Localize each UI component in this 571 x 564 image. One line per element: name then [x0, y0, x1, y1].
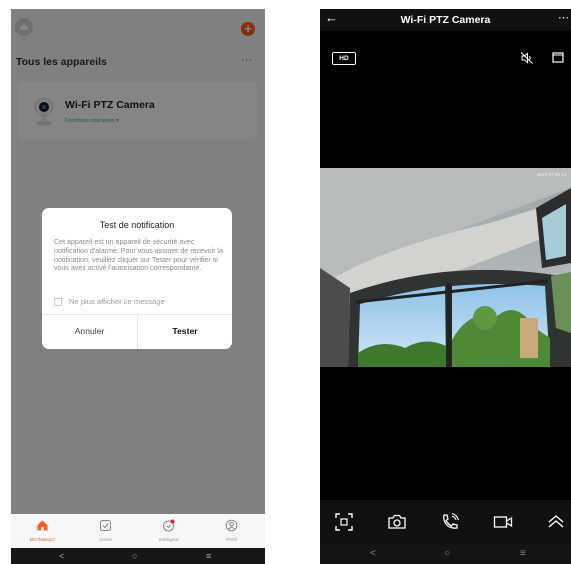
system-nav-bar: < ○ ≡ [11, 548, 265, 564]
notification-test-dialog: Test de notification Cet appareil est un… [42, 208, 232, 349]
more-options-icon[interactable]: ⋯ [558, 11, 570, 24]
expand-up-icon[interactable] [546, 512, 566, 532]
nav-back-button[interactable]: < [370, 544, 376, 564]
camera-video-feed[interactable] [320, 168, 571, 367]
test-button[interactable]: Tester [138, 314, 232, 349]
call-icon[interactable] [440, 512, 460, 532]
tab-smart-label: Intelligent [158, 537, 179, 542]
camera-control-bar [320, 500, 571, 544]
camera-icon[interactable] [387, 512, 407, 532]
tab-smart[interactable]: Intelligent [137, 514, 200, 548]
camera-live-screen: ← Wi-Fi PTZ Camera ⋯ HD 2022-07-26 14: <… [320, 9, 571, 564]
mute-icon[interactable] [520, 51, 534, 65]
scene-icon [100, 520, 111, 531]
home-screen: + Tous les appareils ⋯ Wi-Fi PTZ Camera … [11, 9, 265, 564]
fullscreen-icon[interactable] [552, 52, 564, 63]
hd-quality-button[interactable]: HD [332, 52, 356, 65]
dont-show-again-checkbox[interactable]: Ne plus afficher ce message [54, 297, 165, 306]
tab-scene-label: Scène [98, 537, 113, 542]
nav-back-button[interactable]: < [59, 548, 64, 564]
checkbox-box[interactable] [54, 297, 62, 306]
smart-icon [163, 519, 175, 532]
dialog-message: Cet appareil est un appareil de sécurité… [54, 238, 223, 273]
nav-recents-button[interactable]: ≡ [206, 548, 211, 564]
nav-recents-button[interactable]: ≡ [520, 544, 526, 564]
profile-icon [225, 519, 238, 532]
camera-header: ← Wi-Fi PTZ Camera ⋯ [320, 9, 571, 31]
camera-title: Wi-Fi PTZ Camera [400, 14, 491, 26]
nav-home-button[interactable]: ○ [444, 544, 450, 564]
tab-scene[interactable]: Scène [74, 514, 137, 548]
dialog-title: Test de notification [99, 220, 175, 230]
home-icon [37, 520, 48, 531]
nav-home-button[interactable]: ○ [132, 548, 137, 564]
checkbox-label: Ne plus afficher ce message [69, 297, 165, 306]
tab-home[interactable]: Ma "Maison" [11, 514, 74, 548]
system-nav-bar: < ○ ≡ [320, 544, 571, 564]
video-timestamp: 2022-07-26 14: [537, 172, 568, 177]
tab-profile[interactable]: Profil [200, 514, 263, 548]
bottom-tab-bar: Ma "Maison" Scène Intelligent Profil [11, 514, 265, 548]
tab-home-label: Ma "Maison" [29, 537, 56, 542]
screenshot-icon[interactable] [334, 512, 354, 532]
record-video-icon[interactable] [493, 512, 513, 532]
tab-profile-label: Profil [226, 537, 237, 542]
cancel-button[interactable]: Annuler [42, 314, 137, 349]
